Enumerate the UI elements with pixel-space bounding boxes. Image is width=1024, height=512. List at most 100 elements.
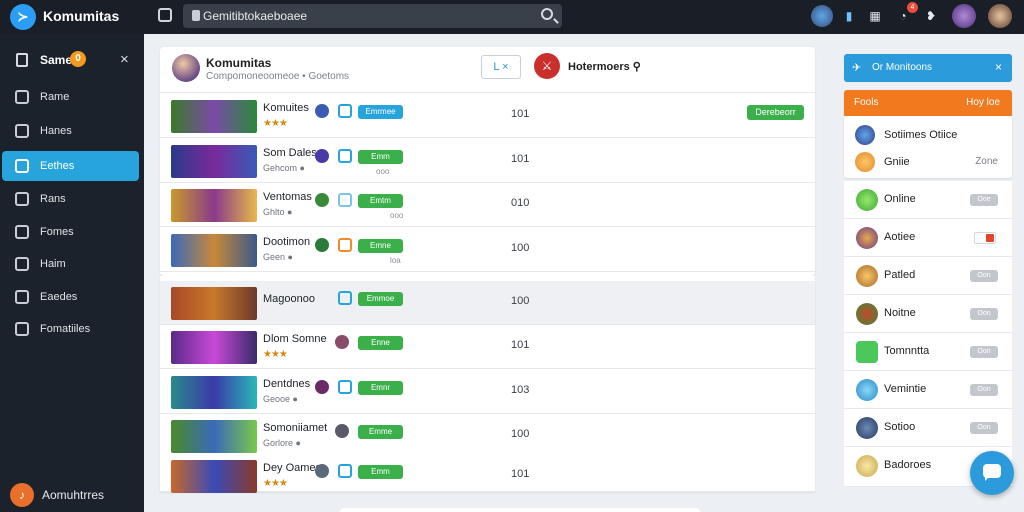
close-icon[interactable]: × <box>120 51 129 68</box>
status-tag[interactable]: Emm <box>358 150 403 164</box>
friend-toggle[interactable]: Ooe <box>970 194 998 206</box>
user-avatar <box>855 152 875 172</box>
friend-name: Badoroes <box>884 459 932 471</box>
player-count: 101 <box>511 468 530 480</box>
filter-button[interactable]: L × <box>481 55 521 79</box>
table-row[interactable]: Dlom Somne ★★★ Enne 101 <box>160 325 815 369</box>
chat-button[interactable] <box>970 451 1014 495</box>
notification-badge: 4 <box>907 2 918 13</box>
friend-toggle[interactable]: Oon <box>970 346 998 358</box>
sidebar-item-eaedes[interactable]: Eaedes <box>2 282 139 312</box>
friend-item[interactable]: Aotiee <box>844 219 1012 257</box>
user-avatar-icon[interactable] <box>811 5 833 27</box>
table-row[interactable]: Dentdnes Geooe ● Emnr 103 <box>160 370 815 414</box>
table-row[interactable]: Som Dales Gehcom ● Emm ooo 101 <box>160 139 815 183</box>
sidebar-item-hanes[interactable]: Hanes <box>2 116 139 146</box>
status-card-right[interactable]: Hoy loe <box>966 97 1000 108</box>
friend-item[interactable]: Tomnntta Oon <box>844 333 1012 371</box>
status-tag[interactable]: Emne <box>358 239 403 253</box>
search-input[interactable] <box>203 7 523 25</box>
right-panel-header[interactable]: ✈ Or Monitoons × <box>844 54 1012 82</box>
friend-name: Noitne <box>884 307 916 319</box>
heart-icon[interactable]: ❥ <box>920 5 942 27</box>
status-tag[interactable]: Emmoe <box>358 292 403 306</box>
friend-badge-icon[interactable] <box>974 232 996 244</box>
sidebar-item-label: Fomatiiles <box>40 323 91 335</box>
grid-icon[interactable]: ▦ <box>864 5 886 27</box>
friend-item[interactable]: Vemintie Oon <box>844 371 1012 409</box>
status-tag[interactable]: Enne <box>358 336 403 350</box>
status-line[interactable]: Gniie Zone <box>844 149 1012 175</box>
game-name: Dlom Somne <box>263 333 327 345</box>
status-tag[interactable]: Emnr <box>358 381 403 395</box>
tag-note: ooo <box>376 167 390 176</box>
game-name: Ventomas <box>263 191 312 203</box>
table-row[interactable]: Dootimon Geen ● Emne loa 100 <box>160 228 815 272</box>
rating-stars: ★★★ <box>263 478 288 489</box>
friend-avatar <box>856 303 878 325</box>
link-icon <box>15 257 29 271</box>
sidebar-item-label: Fomes <box>40 226 74 238</box>
friend-item[interactable]: Sotioo Oon <box>844 409 1012 447</box>
sidebar-item-haim[interactable]: Haim <box>2 249 139 279</box>
table-row[interactable]: Magoonoo Emmoe 100 <box>160 281 815 325</box>
friend-toggle[interactable]: Oon <box>970 270 998 282</box>
game-thumbnail <box>171 376 257 409</box>
platform-icon <box>315 464 329 478</box>
bottom-strip <box>340 508 700 512</box>
table-row[interactable]: Ventomas Ghlto ● Emtm ooo 010 <box>160 183 815 227</box>
game-subtitle: Ghlto ● <box>263 207 293 217</box>
friend-toggle[interactable]: Oon <box>970 384 998 396</box>
windows-icon <box>338 149 352 163</box>
close-icon[interactable]: × <box>995 60 1002 74</box>
friend-item[interactable]: Patled Oon <box>844 257 1012 295</box>
sidebar-header-label: Same <box>40 53 73 67</box>
community-title: Komumitas <box>206 56 272 70</box>
game-name: Komuites <box>263 102 309 114</box>
sidebar-item-fomes[interactable]: Fomes <box>2 217 139 247</box>
game-thumbnail <box>171 331 257 364</box>
sidebar-item-label: Hanes <box>40 125 72 137</box>
windows-icon <box>338 380 352 394</box>
table-row[interactable]: Komuites ★★★ Emrmee 101 Derebeorr <box>160 94 815 138</box>
status-tag[interactable]: Emtm <box>358 194 403 208</box>
friend-item[interactable]: Noitne Oon <box>844 295 1012 333</box>
app-logo-icon[interactable]: ≻ <box>10 4 36 30</box>
status-tag[interactable]: Emme <box>358 425 403 439</box>
friend-name: Vemintie <box>884 383 927 395</box>
player-count: 100 <box>511 295 530 307</box>
table-row[interactable]: Somoniiamet Gorlore ● Emme 100 <box>160 414 815 458</box>
window-icon[interactable] <box>158 8 172 22</box>
tag-note: loa <box>390 256 401 265</box>
sidebar-item-rans[interactable]: Rans <box>2 184 139 214</box>
search-bar[interactable] <box>183 4 562 28</box>
player-count: 100 <box>511 428 530 440</box>
app-title: Komumitas <box>43 8 120 24</box>
player-count: 101 <box>511 339 530 351</box>
join-button[interactable]: Derebeorr <box>747 105 804 120</box>
sidebar-item-rame[interactable]: Rame <box>2 82 139 112</box>
status-tag[interactable]: Emrmee <box>358 105 403 119</box>
status-card-left: Fools <box>854 97 879 108</box>
game-subtitle: Geooe ● <box>263 394 298 404</box>
profile-avatar-icon[interactable] <box>952 4 976 28</box>
notification-icon[interactable]: ◔ 4 <box>892 2 918 27</box>
bar-chart-icon[interactable]: ▮ <box>838 5 860 27</box>
table-row[interactable]: Dey Oames ★★★ Emm 101 <box>160 454 815 493</box>
status-tag[interactable]: Emm <box>358 465 403 479</box>
friend-toggle[interactable]: Oon <box>970 422 998 434</box>
platform-icon <box>315 149 329 163</box>
brand-label[interactable]: Hotermoers ⚲ <box>568 60 641 73</box>
brand-logo-icon: ⚔ <box>534 53 560 79</box>
status-line[interactable]: Sotiimes Otiice <box>844 122 1012 148</box>
sidebar-item-fomatiiles[interactable]: Fomatiiles <box>2 314 139 344</box>
player-count: 100 <box>511 242 530 254</box>
friend-item[interactable]: Online Ooe <box>844 181 1012 219</box>
account-avatar-icon[interactable] <box>988 4 1012 28</box>
search-icon[interactable] <box>541 8 553 20</box>
sidebar-item-eethes[interactable]: Eethes <box>2 151 139 181</box>
status-card-header: Fools Hoy loe <box>844 90 1012 116</box>
sidebar-header-badge: 0 <box>70 51 86 67</box>
user-avatar <box>855 125 875 145</box>
friend-toggle[interactable]: Oon <box>970 308 998 320</box>
